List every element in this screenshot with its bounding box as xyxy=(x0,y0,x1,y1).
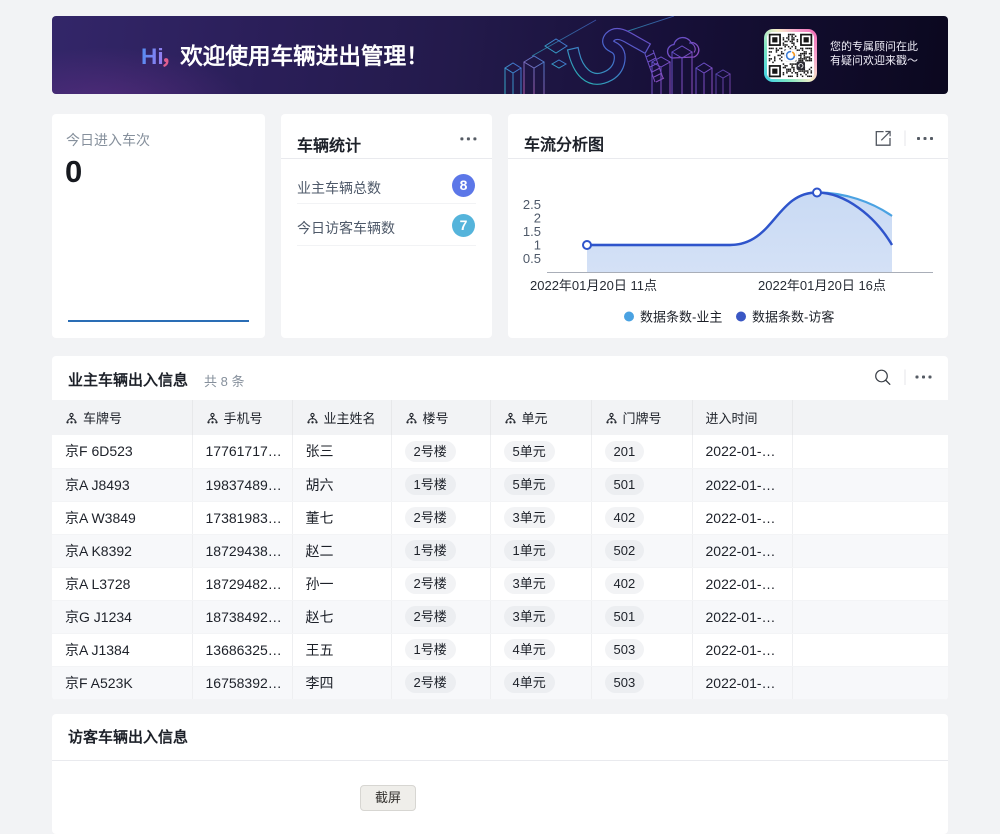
svg-text:数据条数-访客: 数据条数-访客 xyxy=(752,310,834,325)
svg-text:0.5: 0.5 xyxy=(523,251,541,266)
svg-text:2022年01月20日 16点: 2022年01月20日 16点 xyxy=(758,278,886,293)
svg-text:数据条数-业主: 数据条数-业主 xyxy=(640,310,722,325)
svg-text:2022年01月20日 11点: 2022年01月20日 11点 xyxy=(530,278,657,293)
